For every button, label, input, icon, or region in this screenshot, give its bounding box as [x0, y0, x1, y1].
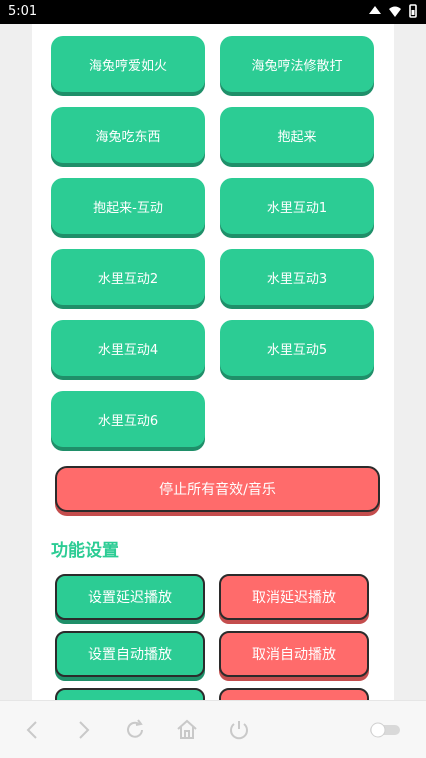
browser-bottom-bar: [0, 700, 426, 758]
back-icon[interactable]: [20, 717, 46, 743]
cancel-auto-button[interactable]: 取消自动播放: [219, 631, 369, 677]
sound-button[interactable]: 抱起来: [220, 107, 374, 163]
wifi-icon: [388, 4, 402, 22]
status-icons: [368, 4, 418, 22]
sound-button[interactable]: 水里互动4: [51, 320, 205, 376]
sound-button[interactable]: 水里互动5: [220, 320, 374, 376]
sound-button[interactable]: 海兔吃东西: [51, 107, 205, 163]
setting-button-partial[interactable]: [55, 688, 205, 700]
signal-icon: [368, 4, 382, 22]
forward-icon[interactable]: [70, 717, 96, 743]
status-time: 5:01: [8, 4, 38, 19]
sound-button[interactable]: 水里互动3: [220, 249, 374, 305]
cancel-delay-button[interactable]: 取消延迟播放: [219, 574, 369, 620]
setting-button-partial[interactable]: [219, 688, 369, 700]
sound-button[interactable]: 水里互动1: [220, 178, 374, 234]
section-title-settings: 功能设置: [51, 541, 119, 561]
sound-button[interactable]: 海兔哼法修散打: [220, 36, 374, 92]
sound-button[interactable]: 水里互动2: [51, 249, 205, 305]
sound-button[interactable]: 海兔哼爱如火: [51, 36, 205, 92]
toggle-switch[interactable]: [368, 717, 402, 743]
home-icon[interactable]: [174, 717, 200, 743]
content-card: 海兔哼爱如火 海兔哼法修散打 海兔吃东西 抱起来 抱起来-互动 水里互动1 水里…: [32, 24, 394, 700]
sound-button[interactable]: 水里互动6: [51, 391, 205, 447]
status-bar: 5:01: [0, 0, 426, 24]
stop-all-button[interactable]: 停止所有音效/音乐: [55, 466, 380, 512]
set-auto-button[interactable]: 设置自动播放: [55, 631, 205, 677]
set-delay-button[interactable]: 设置延迟播放: [55, 574, 205, 620]
sound-button[interactable]: 抱起来-互动: [51, 178, 205, 234]
battery-icon: [408, 4, 418, 22]
refresh-icon[interactable]: [122, 717, 148, 743]
power-icon[interactable]: [226, 717, 252, 743]
